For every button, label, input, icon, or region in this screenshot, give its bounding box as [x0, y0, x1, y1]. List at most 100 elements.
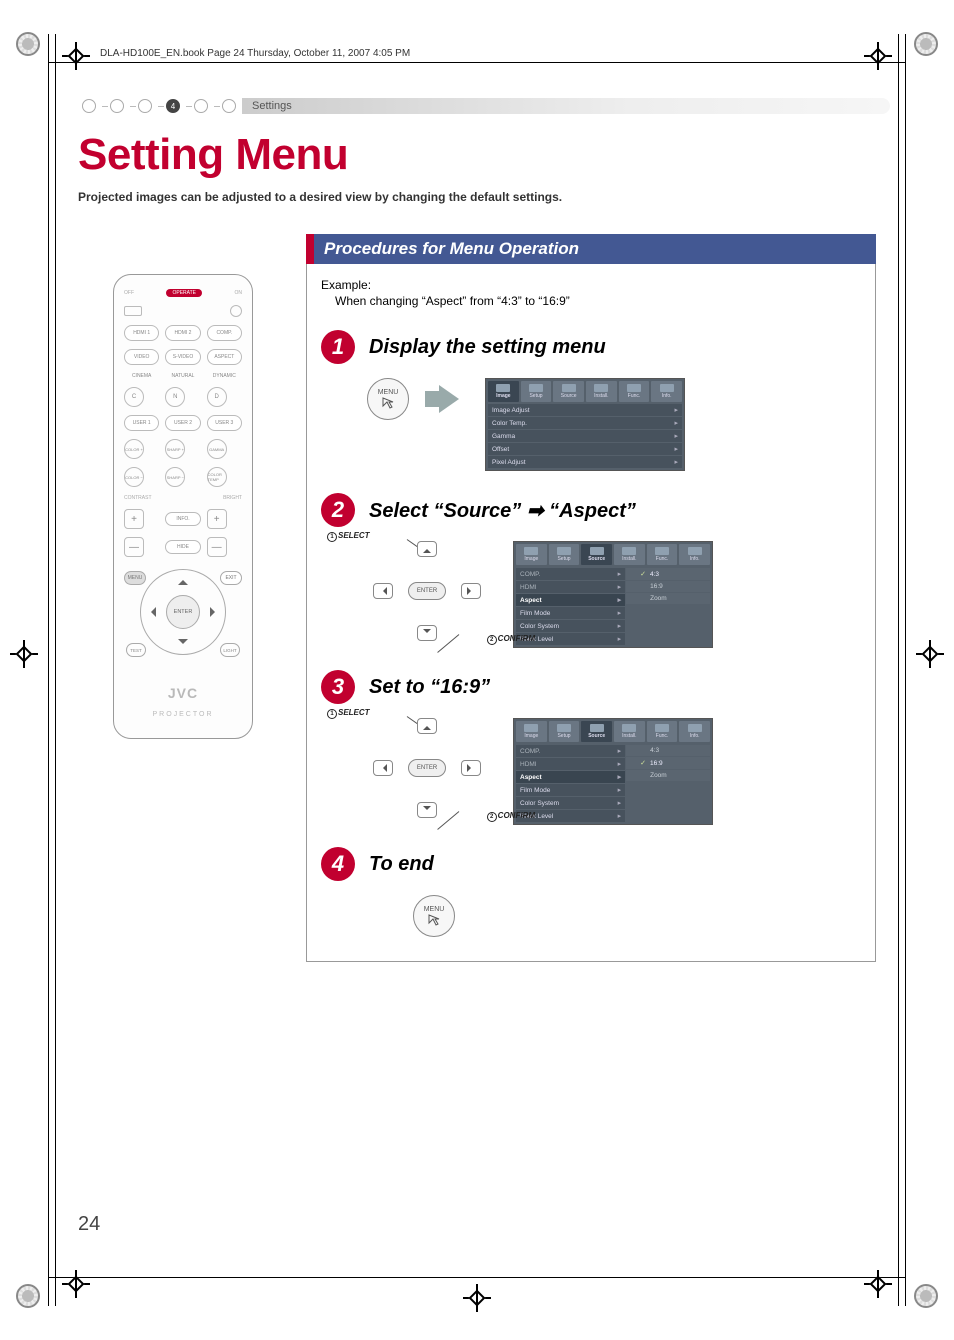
- remote-aspect-button: ASPECT: [207, 349, 242, 365]
- osd-tab-func: Func.: [647, 721, 678, 742]
- remote-test-button: TEST: [126, 643, 146, 657]
- osd-row: Image Adjust▸: [488, 404, 682, 416]
- remote-contrast-label: CONTRAST: [124, 495, 152, 501]
- remote-hdmi1-button: HDMI 1: [124, 325, 159, 341]
- remote-comp-button: COMP.: [207, 325, 242, 341]
- crosshair-mark: [62, 42, 90, 70]
- frame-line: [48, 1277, 906, 1278]
- step-number: 4: [321, 847, 355, 881]
- confirm-callout: 2CONFIRM: [487, 811, 535, 822]
- breadcrumb-step: [222, 99, 236, 113]
- breadcrumb-step: [82, 99, 96, 113]
- osd-opt-zoom: Zoom: [626, 770, 710, 781]
- page-title: Setting Menu: [78, 130, 876, 180]
- remote-colortemp-button: COLOR TEMP: [207, 467, 227, 487]
- remote-illustration: OFF OPERATE ON HDMI 1 HDMI 2 COMP. VIDEO…: [113, 274, 253, 739]
- osd-tab-source: Source: [581, 544, 612, 565]
- osd-tab-image: Image: [516, 544, 547, 565]
- enter-dpad-illustration: 1SELECT ENTER 2CONFIRM: [367, 541, 487, 641]
- remote-info-button: INFO.: [165, 512, 200, 526]
- osd-row: Gamma▸: [488, 430, 682, 442]
- osd-opt-zoom: Zoom: [626, 593, 710, 604]
- step-number: 3: [321, 670, 355, 704]
- remote-dynamic-button: D: [207, 387, 227, 407]
- remote-operate-label: OPERATE: [166, 289, 202, 297]
- remote-natural-button: N: [165, 387, 185, 407]
- arrow-right-glyph: ➡: [527, 500, 544, 522]
- remote-off-button: [124, 306, 142, 316]
- nav-down-button: [417, 802, 437, 818]
- remote-cinema-label: CINEMA: [124, 373, 159, 379]
- nav-left-button: [373, 760, 393, 776]
- remote-colorminus-button: COLOR −: [124, 467, 144, 487]
- registration-mark: [914, 32, 938, 56]
- breadcrumb-step: [194, 99, 208, 113]
- crosshair-mark: [864, 42, 892, 70]
- remote-dynamic-label: DYNAMIC: [207, 373, 242, 379]
- page-number: 24: [78, 1213, 100, 1236]
- osd-row: Color System▸: [516, 620, 625, 632]
- remote-on-label: ON: [235, 290, 243, 296]
- remote-hide-button: HIDE: [165, 540, 200, 554]
- remote-off-label: OFF: [124, 290, 134, 296]
- select-callout: 1SELECT: [327, 531, 370, 542]
- remote-colorplus-button: COLOR +: [124, 439, 144, 459]
- step-title: Select “Source” ➡ “Aspect”: [369, 498, 636, 523]
- remote-user1-button: USER 1: [124, 415, 159, 431]
- osd-tab-setup: Setup: [549, 544, 580, 565]
- remote-svideo-button: S-VIDEO: [165, 349, 200, 365]
- remote-sharpminus-button: SHARP −: [165, 467, 185, 487]
- select-callout: 1SELECT: [327, 708, 370, 719]
- osd-row: HDMI▸: [516, 758, 625, 770]
- remote-hdmi2-button: HDMI 2: [165, 325, 200, 341]
- remote-brand-sub: PROJECTOR: [152, 711, 213, 718]
- osd-image-menu: Image Setup Source Install. Func. Info. …: [485, 378, 685, 471]
- remote-down-button: [178, 639, 188, 649]
- remote-brand: JVC: [168, 685, 198, 701]
- osd-source-menu-169: Image Setup Source Install. Func. Info. …: [513, 718, 713, 825]
- osd-tab-setup: Setup: [521, 381, 552, 402]
- example-text: When changing “Aspect” from “4:3” to “16…: [321, 294, 861, 308]
- osd-row: Film Mode▸: [516, 784, 625, 796]
- procedure-header-text: Procedures for Menu Operation: [314, 234, 876, 264]
- osd-tab-source: Source: [553, 381, 584, 402]
- remote-user2-button: USER 2: [165, 415, 200, 431]
- remote-up-button: [178, 575, 188, 585]
- osd-tab-info: Info.: [679, 721, 710, 742]
- step-title: To end: [369, 853, 434, 876]
- crosshair-mark: [463, 1284, 491, 1312]
- remote-light-button: LIGHT: [220, 643, 240, 657]
- remote-cinema-button: C: [124, 387, 144, 407]
- osd-opt-43: ✓4:3: [626, 568, 710, 580]
- remote-gamma-button: GAMMA: [207, 439, 227, 459]
- osd-row: Film Mode▸: [516, 607, 625, 619]
- step-number: 2: [321, 493, 355, 527]
- nav-enter-button: ENTER: [408, 582, 446, 600]
- remote-sharpplus-button: SHARP +: [165, 439, 185, 459]
- nav-right-button: [461, 760, 481, 776]
- confirm-callout: 2CONFIRM: [487, 634, 535, 645]
- osd-tab-install: Install.: [614, 721, 645, 742]
- page-subtitle: Projected images can be adjusted to a de…: [78, 190, 876, 204]
- osd-row-aspect: Aspect▸: [516, 771, 625, 783]
- crosshair-mark: [62, 1270, 90, 1298]
- registration-mark: [16, 32, 40, 56]
- step-title: Set to “16:9”: [369, 676, 490, 699]
- remote-right-button: [210, 607, 220, 617]
- nav-right-button: [461, 583, 481, 599]
- osd-tab-func: Func.: [619, 381, 650, 402]
- osd-tab-info: Info.: [679, 544, 710, 565]
- menu-button-label: MENU: [424, 906, 445, 913]
- crosshair-mark: [916, 640, 944, 668]
- step-number: 1: [321, 330, 355, 364]
- registration-mark: [914, 1284, 938, 1308]
- osd-opt-169: ✓16:9: [626, 757, 710, 769]
- remote-contrast-plus-button: +: [124, 509, 144, 529]
- osd-row: COMP.▸: [516, 745, 625, 757]
- osd-row: COMP.▸: [516, 568, 625, 580]
- osd-row: Pixel Adjust▸: [488, 456, 682, 468]
- arrow-right-icon: [439, 385, 459, 413]
- osd-tab-source: Source: [581, 721, 612, 742]
- remote-contrast-minus-button: —: [124, 537, 144, 557]
- nav-enter-button: ENTER: [408, 759, 446, 777]
